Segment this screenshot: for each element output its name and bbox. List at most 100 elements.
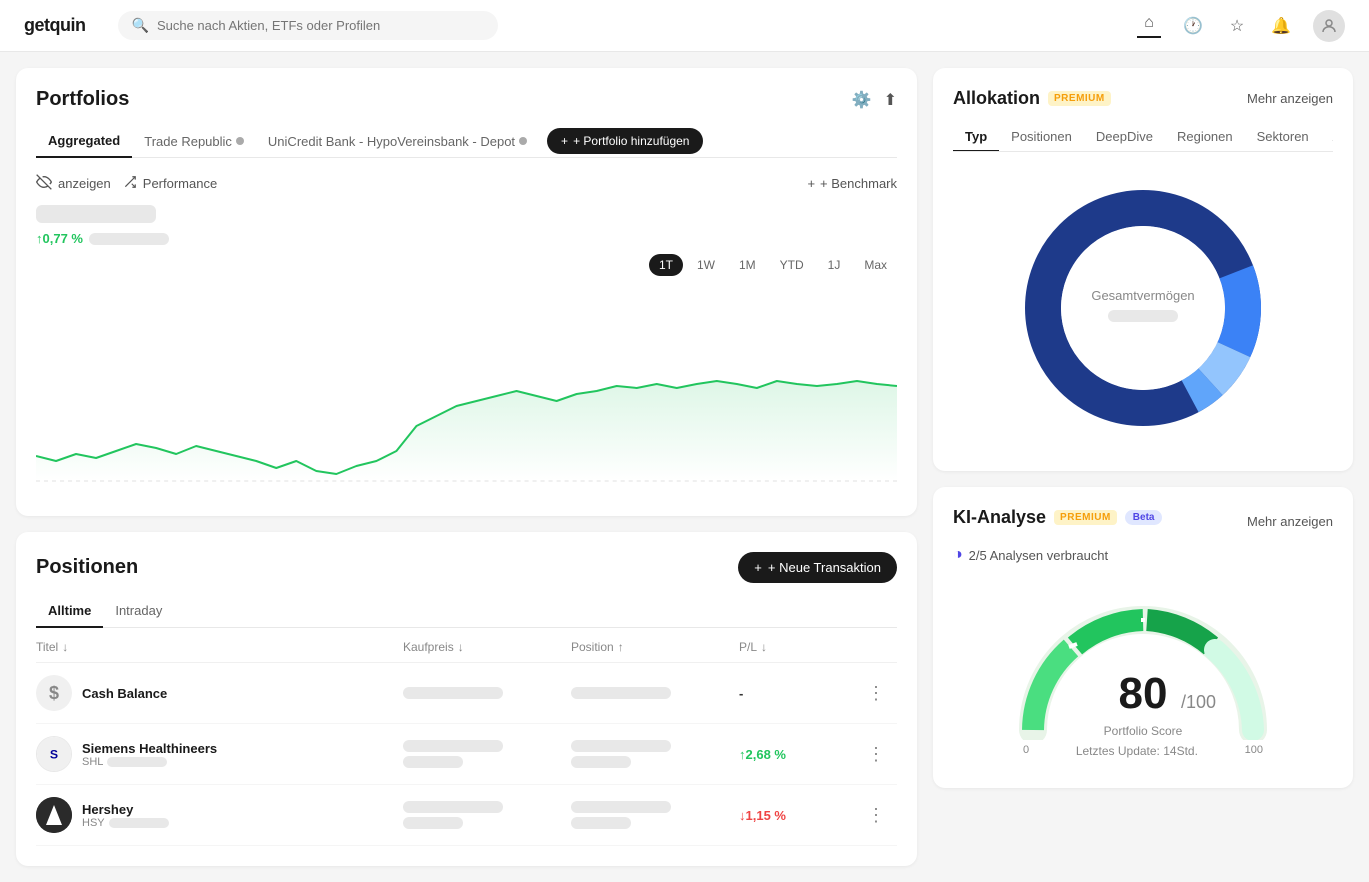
benchmark-button[interactable]: + + Benchmark [807, 176, 897, 191]
portfolios-header: Portfolios ⚙️ ⬆ [36, 88, 897, 111]
stock-ticker-siemens: SHL [82, 756, 217, 768]
right-column: Allokation PREMIUM Mehr anzeigen Typ Pos… [933, 68, 1353, 866]
tab-alltime[interactable]: Alltime [36, 595, 103, 628]
svg-text:Portfolio Score: Portfolio Score [1104, 724, 1183, 738]
gauge-max: 100 [1245, 744, 1263, 758]
allokation-card: Allokation PREMIUM Mehr anzeigen Typ Pos… [933, 68, 1353, 471]
tab-intraday[interactable]: Intraday [103, 595, 174, 627]
plus-icon: + [754, 560, 762, 575]
donut-center: Gesamtvermögen [1013, 178, 1273, 441]
allokation-title: Allokation PREMIUM [953, 88, 1111, 109]
allokation-header: Allokation PREMIUM Mehr anzeigen [953, 88, 1333, 109]
time-btn-1j[interactable]: 1J [818, 254, 851, 276]
portfolios-title: Portfolios [36, 88, 129, 111]
star-icon[interactable]: ☆ [1225, 14, 1249, 38]
ki-analyses-count: ◑ 2/5 Analysen verbraucht [953, 546, 1333, 564]
show-label: anzeigen [58, 176, 111, 191]
sort-down-icon: ↓ [62, 640, 68, 654]
position-cash [571, 687, 731, 699]
position-hershey [571, 801, 731, 829]
time-btn-ytd[interactable]: YTD [770, 254, 814, 276]
tab-anlag[interactable]: Anlag [1321, 123, 1333, 151]
shuffle-icon [123, 175, 137, 192]
performance-label: Performance [143, 176, 217, 191]
sort-down-icon-2: ↓ [458, 640, 464, 654]
settings-icon[interactable]: ⚙️ [852, 90, 872, 110]
col-position[interactable]: Position ↑ [571, 640, 731, 654]
share-icon[interactable]: ⬆ [884, 90, 897, 110]
stock-name-cash: Cash Balance [82, 686, 167, 701]
search-input[interactable] [157, 18, 484, 33]
portfolio-tabs: Aggregated Trade Republic UniCredit Bank… [36, 125, 897, 158]
time-selector: 1T 1W 1M YTD 1J Max [649, 254, 897, 276]
stock-name-hershey: Hershey [82, 802, 169, 817]
show-toggle[interactable]: anzeigen [36, 174, 111, 193]
avatar[interactable] [1313, 10, 1345, 42]
tab-positionen[interactable]: Positionen [999, 123, 1084, 151]
ki-beta-badge: Beta [1125, 510, 1163, 525]
time-btn-max[interactable]: Max [854, 254, 897, 276]
time-btn-1t[interactable]: 1T [649, 254, 683, 276]
gauge-container: 80 /100 Portfolio Score 0 Letztes Update… [953, 580, 1333, 768]
position-siemens [571, 740, 731, 768]
analyses-icon: ◑ [953, 546, 963, 564]
search-bar[interactable]: 🔍 [118, 11, 498, 40]
neue-transaktion-button[interactable]: + + Neue Transaktion [738, 552, 897, 583]
gauge-min: 0 [1023, 744, 1029, 758]
allokation-tabs: Typ Positionen DeepDive Regionen Sektore… [953, 123, 1333, 152]
positionen-tabs: Alltime Intraday [36, 595, 897, 628]
positionen-card: Positionen + + Neue Transaktion Alltime … [16, 532, 917, 866]
col-kaufpreis[interactable]: Kaufpreis ↓ [403, 640, 563, 654]
stock-info-siemens: S Siemens Healthineers SHL [36, 736, 395, 772]
add-portfolio-button[interactable]: + + Portfolio hinzufügen [547, 128, 703, 154]
performance-value: ↑0,77 % [36, 231, 897, 246]
chart-svg [36, 296, 897, 496]
performance-row: anzeigen Performance + + Benchmark [36, 174, 897, 193]
tab-regionen[interactable]: Regionen [1165, 123, 1245, 151]
tab-unicredit[interactable]: UniCredit Bank - HypoVereinsbank - Depot [256, 126, 539, 157]
ki-analyse-card: KI-Analyse PREMIUM Beta Mehr anzeigen ◑ … [933, 487, 1353, 788]
more-button-hershey[interactable]: ⋮ [867, 805, 897, 826]
home-icon[interactable]: ⌂ [1137, 14, 1161, 38]
tab-deepdive[interactable]: DeepDive [1084, 123, 1165, 151]
more-button-siemens[interactable]: ⋮ [867, 744, 897, 765]
clock-icon[interactable]: 🕐 [1181, 14, 1205, 38]
main-layout: Portfolios ⚙️ ⬆ Aggregated Trade Republi… [0, 52, 1369, 882]
pl-hershey: ↓1,15 % [739, 808, 859, 823]
bell-icon[interactable]: 🔔 [1269, 14, 1293, 38]
svg-text:/100: /100 [1181, 692, 1216, 712]
more-button-cash[interactable]: ⋮ [867, 683, 897, 704]
ki-mehr-anzeigen[interactable]: Mehr anzeigen [1247, 514, 1333, 529]
col-pl[interactable]: P/L ↓ [739, 640, 859, 654]
portfolio-chart [36, 296, 897, 496]
performance-toggle[interactable]: Performance [123, 175, 217, 192]
svg-text:Gesamtvermögen: Gesamtvermögen [1091, 288, 1194, 303]
tab-sektoren[interactable]: Sektoren [1245, 123, 1321, 151]
gauge-labels: 0 Letztes Update: 14Std. 100 [1023, 744, 1263, 758]
table-header: Titel ↓ Kaufpreis ↓ Position ↑ P/L ↓ [36, 640, 897, 663]
ki-analyse-header: KI-Analyse PREMIUM Beta [953, 507, 1162, 528]
sort-down-icon-3: ↓ [761, 640, 767, 654]
tab-typ[interactable]: Typ [953, 123, 999, 152]
header-icons: ⌂ 🕐 ☆ 🔔 [1137, 10, 1345, 42]
kaufpreis-cash [403, 687, 563, 699]
portfolio-value-placeholder: ↑0,77 % [36, 205, 897, 246]
search-icon: 🔍 [132, 17, 149, 34]
donut-svg: Gesamtvermögen [1013, 178, 1273, 438]
gauge-svg: 80 /100 Portfolio Score [1013, 590, 1273, 740]
tab-trade-republic[interactable]: Trade Republic [132, 126, 256, 157]
header: getquin 🔍 ⌂ 🕐 ☆ 🔔 [0, 0, 1369, 52]
time-btn-1w[interactable]: 1W [687, 254, 725, 276]
left-column: Portfolios ⚙️ ⬆ Aggregated Trade Republi… [16, 68, 917, 866]
allokation-mehr-anzeigen[interactable]: Mehr anzeigen [1247, 91, 1333, 106]
cash-logo: $ [36, 675, 72, 711]
stock-info-hershey: Hershey HSY [36, 797, 395, 833]
stock-info-cash: $ Cash Balance [36, 675, 395, 711]
time-btn-1m[interactable]: 1M [729, 254, 766, 276]
benchmark-label: + Benchmark [820, 176, 897, 191]
positionen-header: Positionen + + Neue Transaktion [36, 552, 897, 583]
gauge-update: Letztes Update: 14Std. [1076, 744, 1198, 758]
tab-aggregated[interactable]: Aggregated [36, 125, 132, 158]
col-titel[interactable]: Titel ↓ [36, 640, 395, 654]
premium-badge: PREMIUM [1048, 91, 1111, 106]
